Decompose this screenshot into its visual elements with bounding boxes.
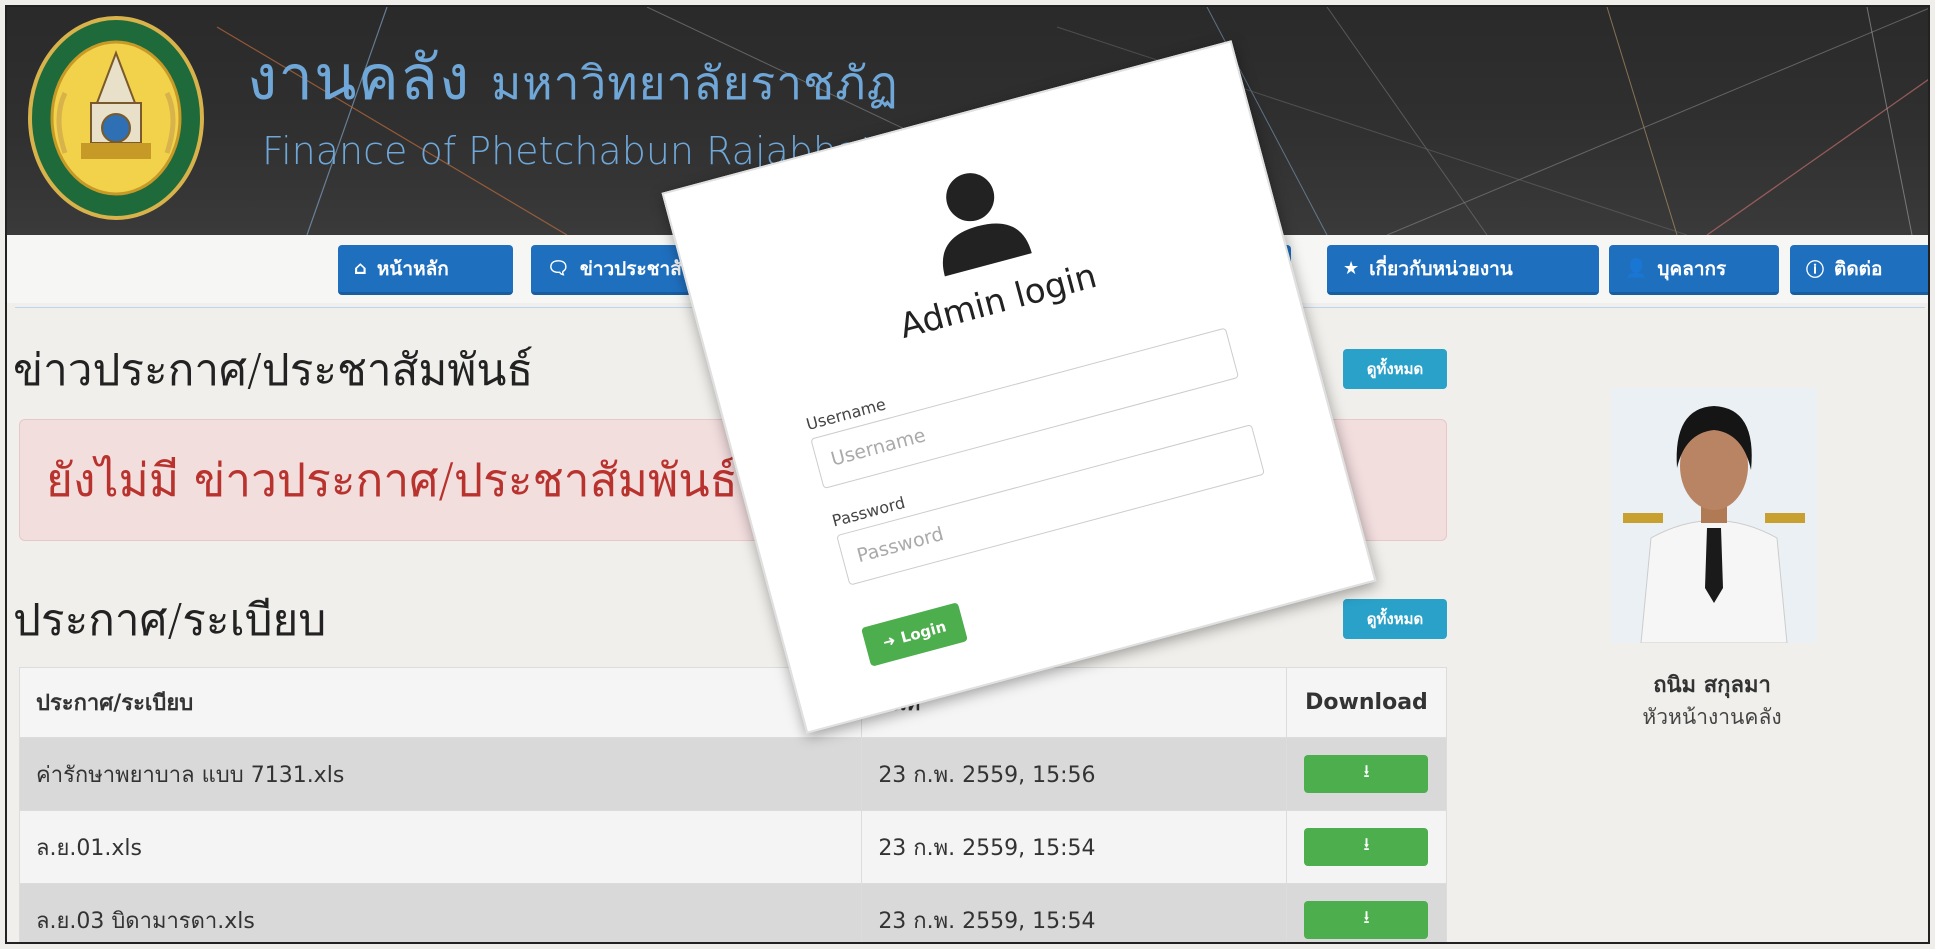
download-icon: ⭳	[1363, 907, 1370, 928]
login-button[interactable]: ➜ Login	[861, 602, 968, 667]
info-icon: ⓘ	[1806, 259, 1824, 281]
chat-icon: 🗨	[547, 258, 570, 279]
nav-about[interactable]: ★ เกี่ยวกับหน่วยงาน	[1327, 245, 1599, 295]
row-date: 23 ก.พ. 2559, 15:56	[861, 737, 1287, 811]
row-date: 23 ก.พ. 2559, 15:54	[861, 883, 1287, 942]
download-button[interactable]: ⭳	[1304, 828, 1429, 866]
download-button[interactable]: ⭳	[1304, 901, 1429, 939]
user-avatar-icon	[942, 173, 1032, 277]
download-button[interactable]: ⭳	[1304, 755, 1429, 793]
nav-home[interactable]: ⌂ หน้าหลัก	[338, 245, 513, 295]
row-file-name: ล.ย.01.xls	[18, 810, 863, 884]
university-seal-logo	[28, 16, 204, 220]
row-download-cell: ⭳	[1285, 810, 1448, 884]
table-header-row: ประกาศ/ระเบียบ วันที่ Download	[18, 667, 1448, 738]
portrait-image	[1611, 388, 1817, 643]
nav-contact-label: ติดต่อ	[1834, 257, 1883, 280]
user-icon: 👤	[1625, 258, 1648, 279]
row-download-cell: ⭳	[1285, 737, 1448, 811]
column-header-download: Download	[1285, 667, 1448, 738]
home-icon: ⌂	[354, 258, 367, 279]
news-section-title: ข่าวประกาศ/ประชาสัมพันธ์	[13, 345, 534, 396]
login-button-label: Login	[898, 617, 949, 647]
sign-in-icon: ➜	[880, 630, 898, 652]
news-view-all-button[interactable]: ดูทั้งหมด	[1343, 349, 1447, 389]
nav-home-label: หน้าหลัก	[376, 257, 449, 280]
star-icon: ★	[1343, 258, 1360, 279]
row-file-name: ล.ย.03 บิดามารดา.xls	[18, 883, 863, 942]
nav-news-label: ข่าวประชาสั	[579, 257, 682, 280]
regulations-view-all-button[interactable]: ดูทั้งหมด	[1343, 599, 1447, 639]
header-title: งานคลัง มหาวิทยาลัยราชภัฏ	[247, 41, 899, 114]
regulations-section-title: ประกาศ/ระเบียบ	[13, 595, 327, 646]
person-name: ถนิม สกุลมา	[1653, 673, 1771, 698]
download-icon: ⭳	[1363, 761, 1370, 782]
head-of-finance-photo	[1611, 388, 1817, 643]
nav-staff-label: บุคลากร	[1657, 257, 1727, 280]
nav-contact[interactable]: ⓘ ติดต่อ	[1790, 245, 1928, 295]
row-date: 23 ก.พ. 2559, 15:54	[861, 810, 1287, 884]
table-row: ล.ย.03 บิดามารดา.xls 23 ก.พ. 2559, 15:54…	[18, 883, 1448, 942]
regulations-table: ประกาศ/ระเบียบ วันที่ Download ค่ารักษาพ…	[18, 667, 1448, 942]
nav-about-label: เกี่ยวกับหน่วยงาน	[1369, 257, 1513, 280]
table-row: ค่ารักษาพยาบาล แบบ 7131.xls 23 ก.พ. 2559…	[18, 737, 1448, 811]
person-role: หัวหน้างานคลัง	[1642, 705, 1782, 729]
nav-staff[interactable]: 👤 บุคลากร	[1609, 245, 1779, 295]
row-file-name: ค่ารักษาพยาบาล แบบ 7131.xls	[18, 737, 863, 811]
row-download-cell: ⭳	[1285, 883, 1448, 942]
table-row: ล.ย.01.xls 23 ก.พ. 2559, 15:54 ⭳	[18, 810, 1448, 884]
download-icon: ⭳	[1363, 834, 1370, 855]
column-header-title: ประกาศ/ระเบียบ	[18, 667, 863, 738]
page-frame: งานคลัง มหาวิทยาลัยราชภัฏ Finance of Phe…	[5, 5, 1930, 944]
header-subtitle: มหาวิทยาลัยราชภัฏ	[490, 56, 899, 110]
